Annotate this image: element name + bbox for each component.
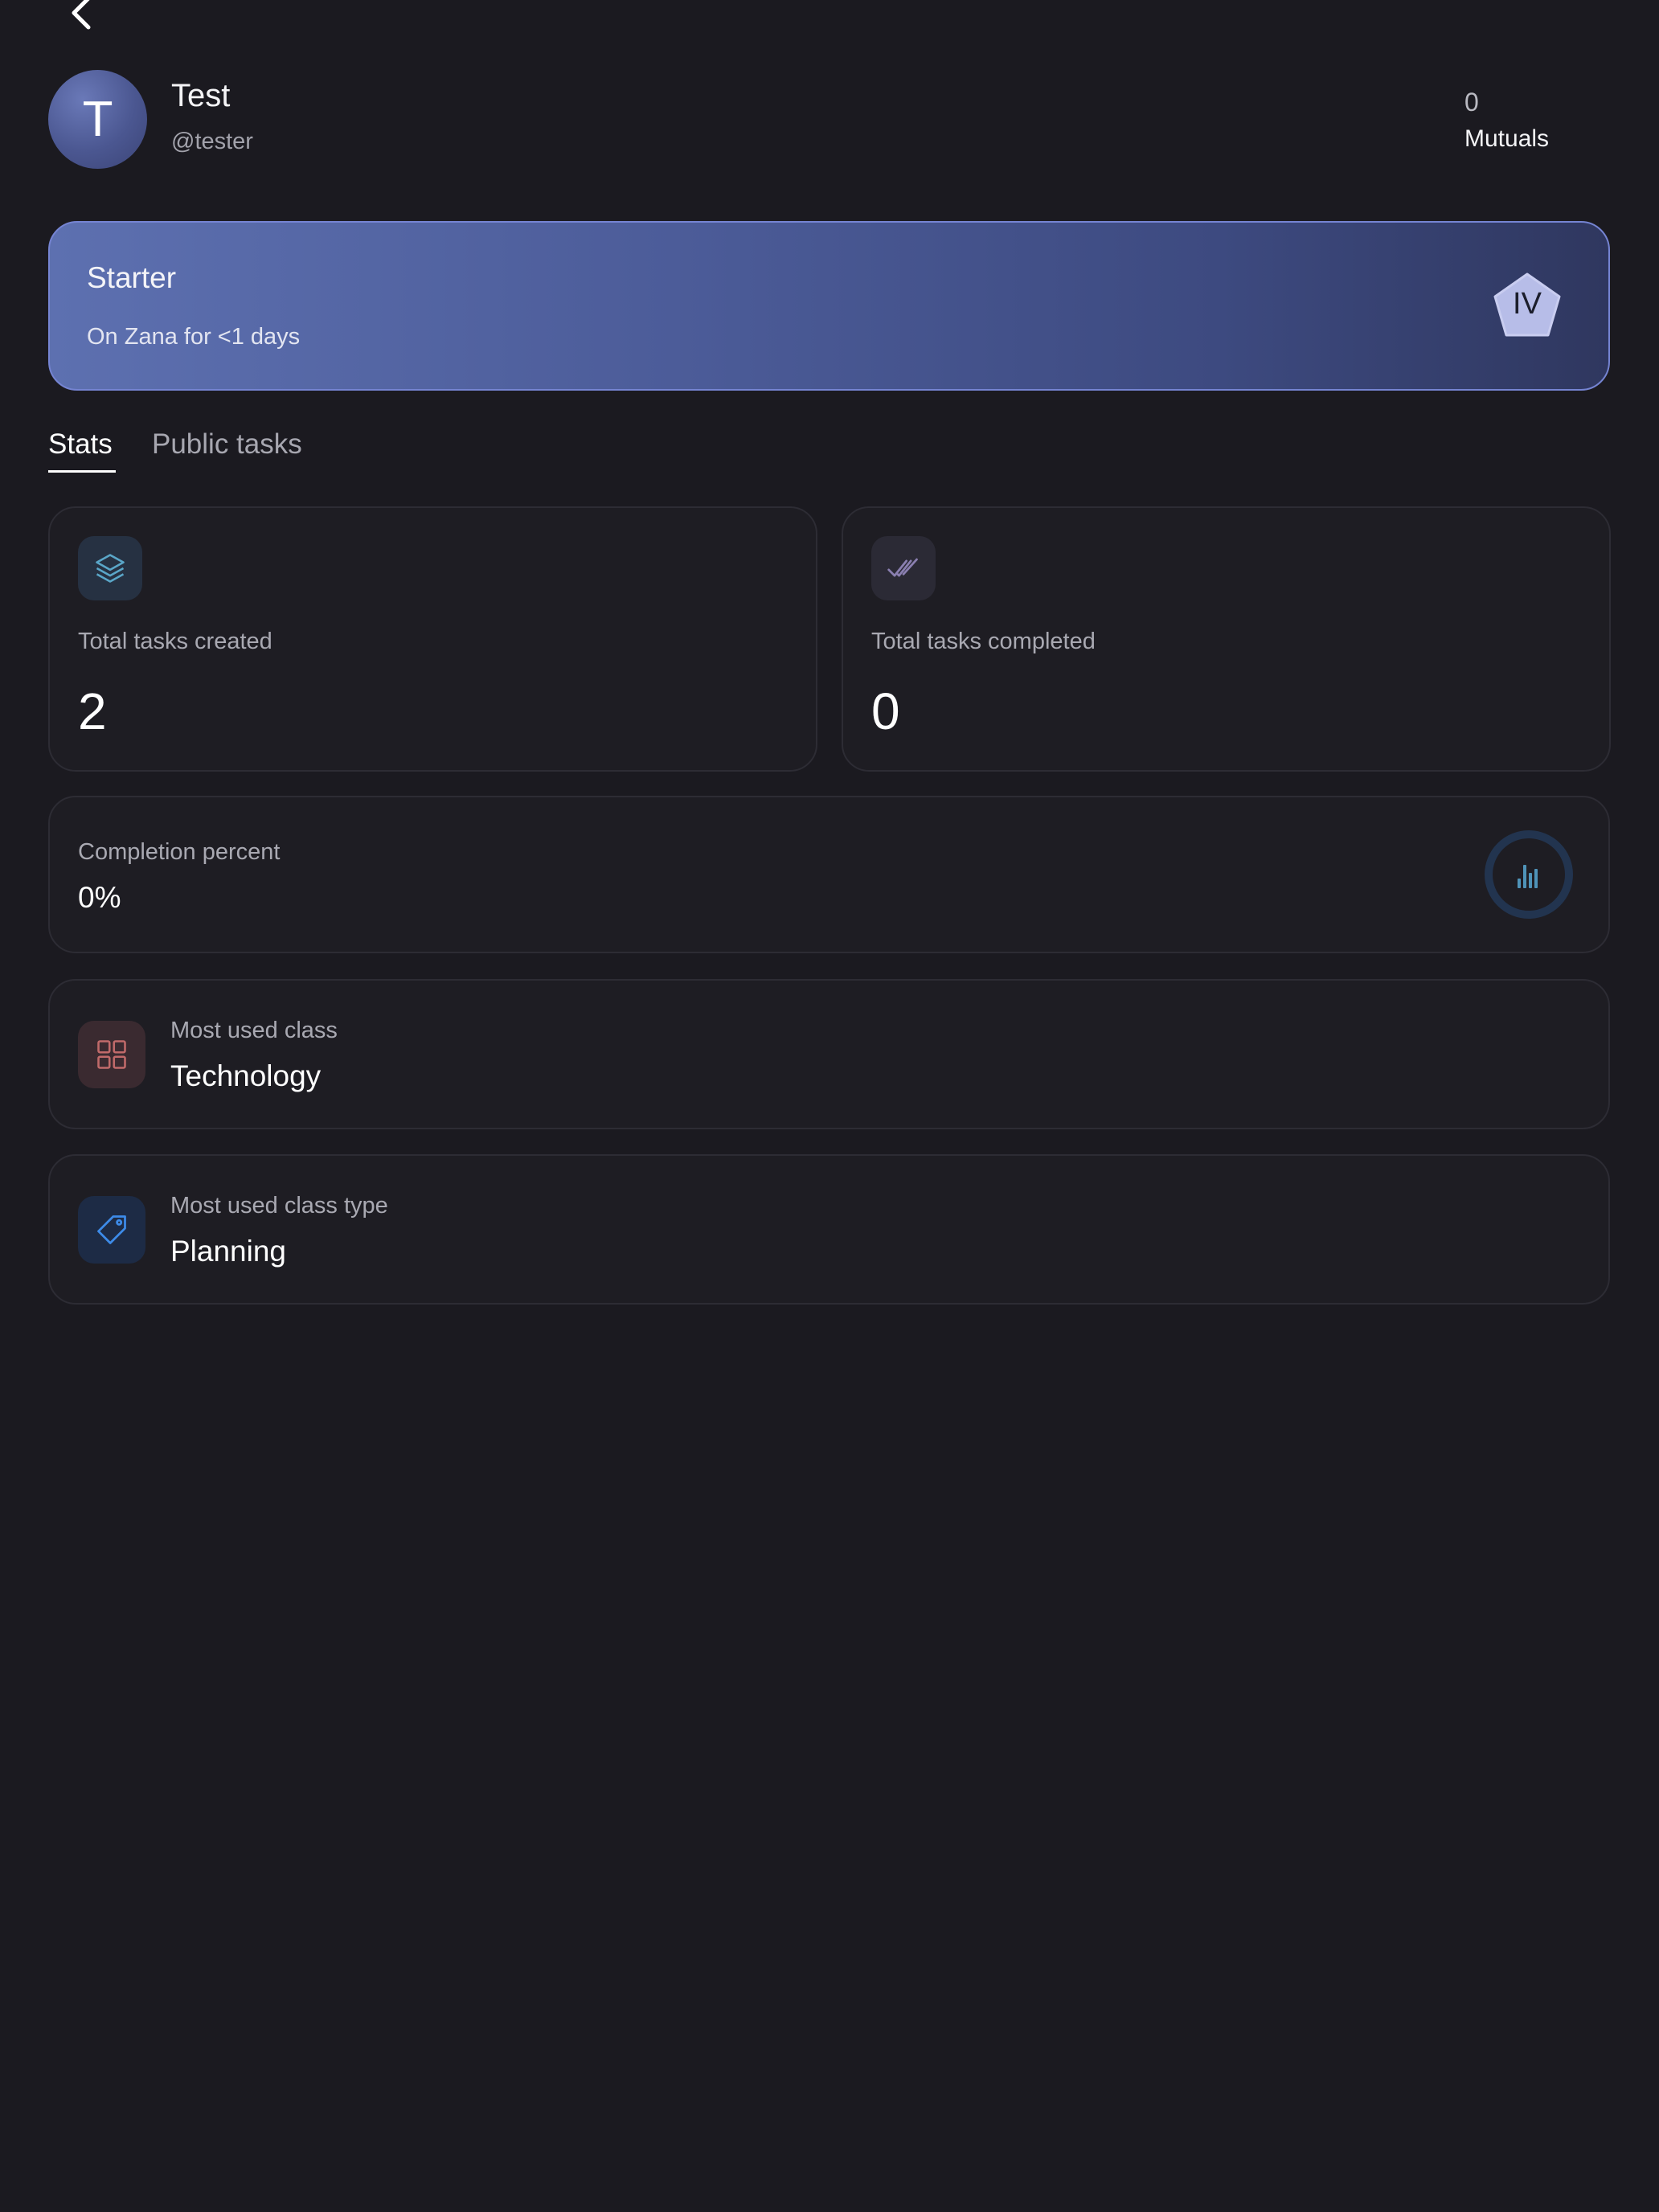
tag-icon [94, 1212, 129, 1247]
avatar: T [48, 70, 147, 169]
mutuals-stat[interactable]: 0 Mutuals [1464, 88, 1549, 153]
level-badge-text: IV [1492, 287, 1563, 322]
back-button[interactable] [56, 0, 104, 39]
display-name: Test [171, 78, 230, 114]
most-used-class-card: Most used class Technology [48, 979, 1610, 1129]
level-title: Starter [87, 261, 176, 295]
level-banner: Starter On Zana for <1 days IV [48, 221, 1610, 391]
profile-page: T Test @tester 0 Mutuals Starter On Zana… [0, 0, 1659, 2212]
completion-percent-value: 0% [78, 881, 121, 915]
completion-ring [1483, 829, 1575, 920]
completion-percent-card: Completion percent 0% [48, 796, 1610, 953]
tasks-completed-label: Total tasks completed [871, 629, 1096, 655]
tasks-completed-icon-box [871, 536, 936, 600]
grid-icon [94, 1037, 129, 1072]
tasks-completed-card: Total tasks completed 0 [842, 506, 1611, 772]
tasks-created-card: Total tasks created 2 [48, 506, 817, 772]
active-tab-indicator [48, 470, 116, 473]
tasks-created-label: Total tasks created [78, 629, 272, 655]
chevron-left-icon [64, 0, 96, 34]
mutuals-label: Mutuals [1464, 125, 1549, 153]
most-used-class-type-card: Most used class type Planning [48, 1154, 1610, 1305]
tasks-created-value: 2 [78, 682, 107, 741]
bar-chart-icon [1518, 865, 1538, 888]
user-handle: @tester [171, 129, 253, 155]
tab-stats[interactable]: Stats [48, 428, 113, 461]
most-used-class-type-label: Most used class type [170, 1193, 388, 1219]
most-used-class-icon-box [78, 1021, 145, 1088]
layers-icon [92, 551, 128, 586]
level-badge: IV [1492, 271, 1563, 340]
most-used-class-type-icon-box [78, 1196, 145, 1264]
most-used-class-type-value: Planning [170, 1235, 286, 1268]
tasks-completed-value: 0 [871, 682, 900, 741]
completion-percent-label: Completion percent [78, 839, 280, 866]
most-used-class-value: Technology [170, 1059, 321, 1093]
tab-public-tasks[interactable]: Public tasks [152, 428, 302, 461]
membership-duration: On Zana for <1 days [87, 324, 300, 350]
mutuals-count: 0 [1464, 88, 1549, 117]
tasks-created-icon-box [78, 536, 142, 600]
avatar-initial: T [83, 91, 113, 148]
most-used-class-label: Most used class [170, 1018, 338, 1044]
double-check-icon [885, 551, 922, 586]
